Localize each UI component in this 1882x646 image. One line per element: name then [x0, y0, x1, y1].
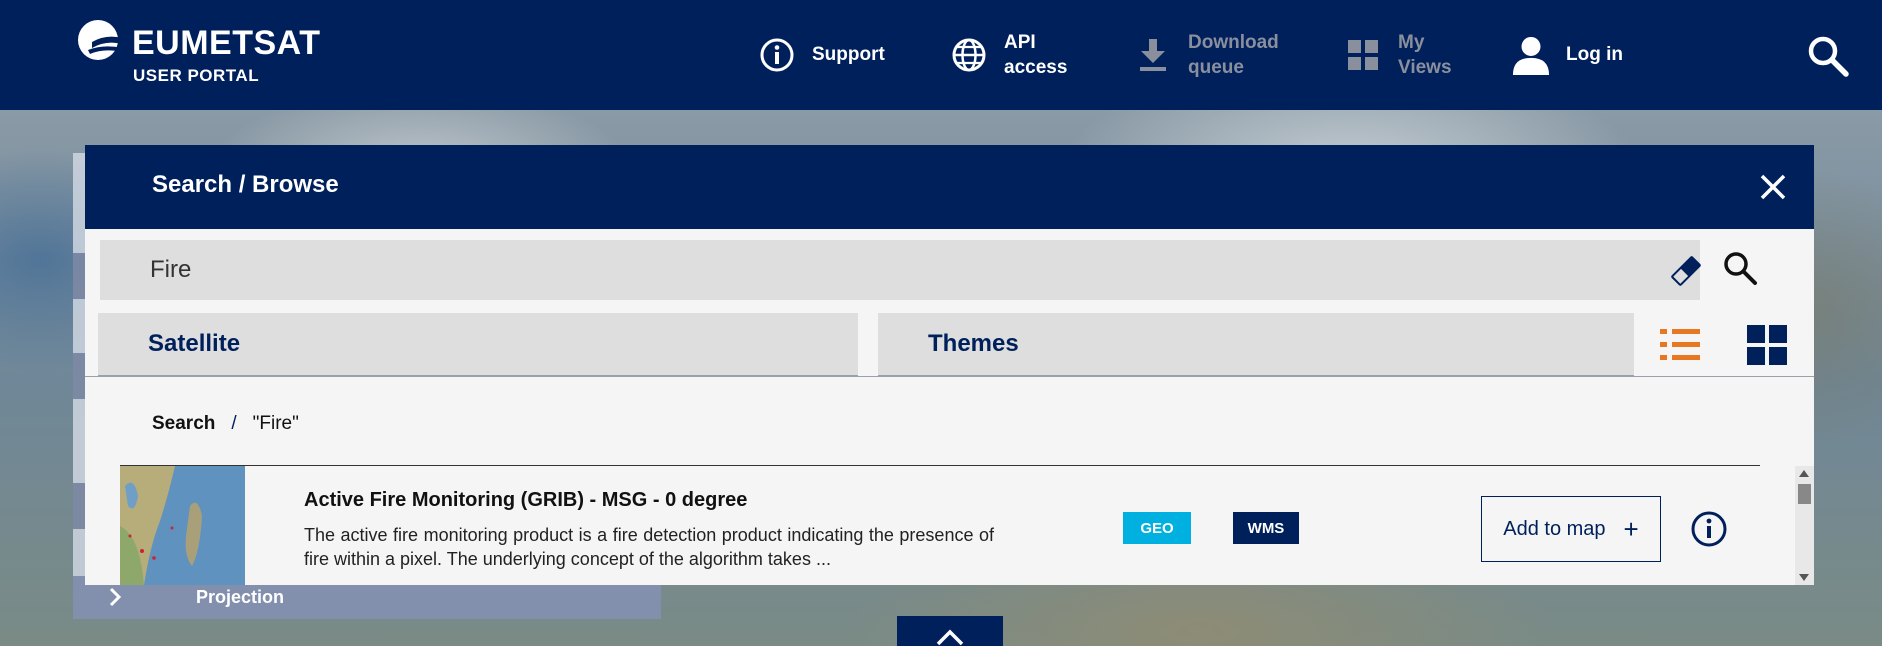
collapse-panel-tab[interactable]: [897, 616, 1003, 646]
side-panel-stripe: [73, 253, 85, 299]
nav-download-queue[interactable]: Download queue: [1134, 0, 1279, 110]
nav-support-label: Support: [812, 44, 885, 65]
tab-themes-label: Themes: [928, 330, 1019, 357]
add-to-map-label: Add to map: [1503, 517, 1606, 540]
breadcrumb-root[interactable]: Search: [152, 413, 215, 435]
chevron-right-icon: [103, 585, 127, 609]
projection-label: Projection: [196, 587, 285, 607]
eraser-icon[interactable]: [1668, 253, 1704, 289]
nav-login-label: Log in: [1566, 44, 1623, 65]
grid-view-icon[interactable]: [1745, 323, 1789, 367]
tab-satellite[interactable]: Satellite: [98, 313, 858, 377]
nav-my-views[interactable]: My Views: [1344, 0, 1452, 110]
grid-icon: [1344, 36, 1382, 74]
search-input[interactable]: Fire: [100, 240, 1701, 300]
top-header: EUMETSAT USER PORTAL Support API access …: [0, 0, 1882, 110]
nav-download-line2: queue: [1188, 57, 1244, 78]
eumetsat-logo-mark: [78, 20, 122, 60]
globe-icon: [950, 36, 988, 74]
side-panel-stripe: [73, 483, 85, 529]
logo-name: EUMETSAT: [132, 24, 321, 62]
info-circle-icon: [758, 36, 796, 74]
search-icon[interactable]: [1720, 248, 1760, 288]
info-icon[interactable]: [1690, 510, 1728, 548]
chevron-up-icon: [936, 629, 964, 646]
nav-support[interactable]: Support: [758, 0, 885, 110]
side-panel-stripe: [73, 353, 85, 399]
tab-satellite-label: Satellite: [148, 330, 241, 357]
nav-views-label: My Views: [1398, 30, 1452, 80]
product-thumbnail[interactable]: [120, 466, 245, 585]
nav-api-label: API access: [1004, 30, 1067, 80]
breadcrumb: Search / "Fire": [152, 413, 299, 435]
breadcrumb-query: "Fire": [252, 413, 299, 434]
user-icon: [1512, 36, 1550, 75]
list-view-icon[interactable]: [1658, 323, 1702, 367]
eumetsat-logo[interactable]: EUMETSAT USER PORTAL: [78, 18, 338, 88]
search-icon[interactable]: [1806, 34, 1850, 78]
nav-download-line1: Download: [1188, 32, 1279, 53]
plus-icon: +: [1623, 513, 1639, 544]
scroll-up-icon[interactable]: [1799, 470, 1809, 477]
nav-login[interactable]: Log in: [1512, 0, 1623, 110]
tab-themes[interactable]: Themes: [878, 313, 1634, 377]
scroll-thumb[interactable]: [1798, 484, 1811, 504]
result-title[interactable]: Active Fire Monitoring (GRIB) - MSG - 0 …: [304, 489, 747, 512]
dialog-title: Search / Browse: [152, 171, 339, 198]
nav-api-access[interactable]: API access: [950, 0, 1067, 110]
nav-views-line1: My: [1398, 32, 1425, 53]
download-icon: [1134, 36, 1172, 74]
nav-api-line2: access: [1004, 57, 1068, 78]
logo-subtitle: USER PORTAL: [133, 66, 260, 85]
breadcrumb-separator: /: [231, 413, 237, 434]
scroll-down-icon[interactable]: [1799, 574, 1809, 581]
wms-badge: WMS: [1233, 512, 1299, 544]
geo-badge: GEO: [1123, 512, 1191, 544]
search-input-value: Fire: [150, 256, 192, 283]
close-icon[interactable]: [1757, 171, 1789, 203]
tab-divider: [85, 376, 1814, 377]
result-description: The active fire monitoring product is a …: [304, 525, 994, 569]
nav-download-label: Download queue: [1188, 30, 1279, 80]
nav-api-line1: API: [1004, 32, 1036, 53]
add-to-map-button[interactable]: Add to map +: [1481, 496, 1661, 562]
results-scrollbar[interactable]: [1795, 466, 1814, 585]
nav-views-line2: Views: [1398, 57, 1452, 78]
dialog-header: Search / Browse: [85, 145, 1814, 229]
